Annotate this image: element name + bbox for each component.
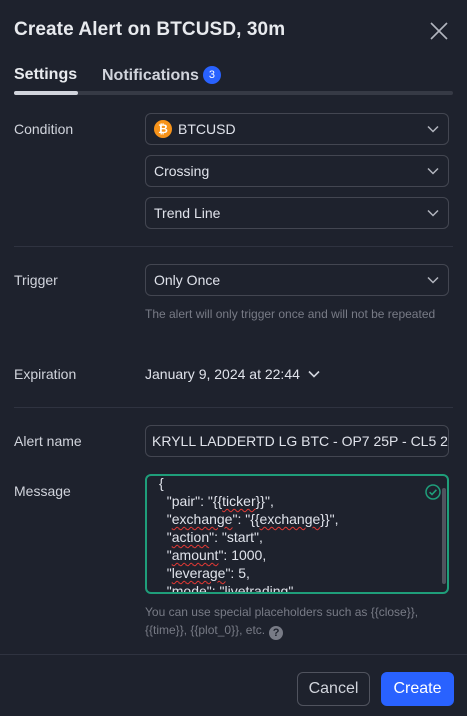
condition-label: Condition	[14, 121, 74, 137]
tab-notifications[interactable]: Notifications 3	[102, 66, 221, 85]
message-scrollbar[interactable]	[442, 488, 446, 584]
tab-bar: Settings Notifications 3	[14, 66, 453, 96]
expiration-value: January 9, 2024 at 22:44	[145, 366, 300, 382]
check-circle-icon	[425, 484, 441, 500]
expiration-label: Expiration	[14, 366, 77, 382]
create-button[interactable]: Create	[381, 672, 454, 706]
alert-name-value: KRYLL LADDERTD LG BTC - OP7 25P - CL5 25…	[152, 433, 449, 449]
cancel-button[interactable]: Cancel	[297, 672, 370, 706]
alert-name-input[interactable]: KRYLL LADDERTD LG BTC - OP7 25P - CL5 25…	[145, 425, 449, 457]
operator-select[interactable]: Crossing	[145, 155, 449, 187]
trigger-help-text: The alert will only trigger once and wil…	[145, 307, 436, 321]
chevron-down-icon	[427, 276, 439, 284]
svg-text:₿: ₿	[158, 122, 168, 136]
symbol-value: BTCUSD	[178, 121, 236, 137]
tab-settings[interactable]: Settings	[14, 66, 77, 84]
message-line: "amount": 1000,	[159, 547, 267, 563]
trigger-value: Only Once	[154, 272, 221, 288]
chevron-down-icon	[427, 125, 439, 133]
message-label: Message	[14, 483, 71, 499]
trigger-label: Trigger	[14, 272, 58, 288]
close-icon[interactable]	[428, 20, 450, 42]
message-line: {	[159, 475, 164, 491]
tab-notifications-label: Notifications	[102, 67, 199, 84]
chevron-down-icon	[427, 209, 439, 217]
chevron-down-icon	[427, 167, 439, 175]
symbol-select[interactable]: ₿ BTCUSD	[145, 113, 449, 145]
section-divider	[14, 246, 453, 247]
dialog-title: Create Alert on BTCUSD, 30m	[14, 19, 286, 40]
tab-track	[14, 91, 453, 95]
message-line: "action": "start",	[159, 529, 263, 545]
message-content: { "pair": "{{ticker}}", "exchange": "{{e…	[159, 475, 339, 594]
message-textarea[interactable]: { "pair": "{{ticker}}", "exchange": "{{e…	[145, 474, 449, 594]
dialog-header: Create Alert on BTCUSD, 30m	[0, 0, 467, 62]
chevron-down-icon	[308, 370, 320, 378]
message-help-text: You can use special placeholders such as…	[145, 603, 445, 640]
notifications-count-badge: 3	[202, 66, 221, 84]
operator-value: Crossing	[154, 163, 210, 179]
expiration-picker[interactable]: January 9, 2024 at 22:44	[145, 366, 320, 382]
bitcoin-icon: ₿	[154, 120, 172, 138]
section-divider	[14, 407, 453, 408]
message-line: "mode": "livetrading"	[159, 583, 294, 594]
footer-divider	[0, 654, 467, 655]
target-select[interactable]: Trend Line	[145, 197, 449, 229]
question-circle-icon[interactable]: ?	[269, 626, 284, 640]
message-line: "leverage": 5,	[159, 565, 250, 581]
trigger-select[interactable]: Only Once	[145, 264, 449, 296]
message-line: "exchange": "{{exchange}}",	[159, 511, 339, 527]
message-line: "pair": "{{ticker}}",	[159, 493, 274, 509]
target-value: Trend Line	[154, 205, 221, 221]
alert-name-label: Alert name	[14, 433, 82, 449]
tab-active-indicator	[14, 91, 78, 95]
